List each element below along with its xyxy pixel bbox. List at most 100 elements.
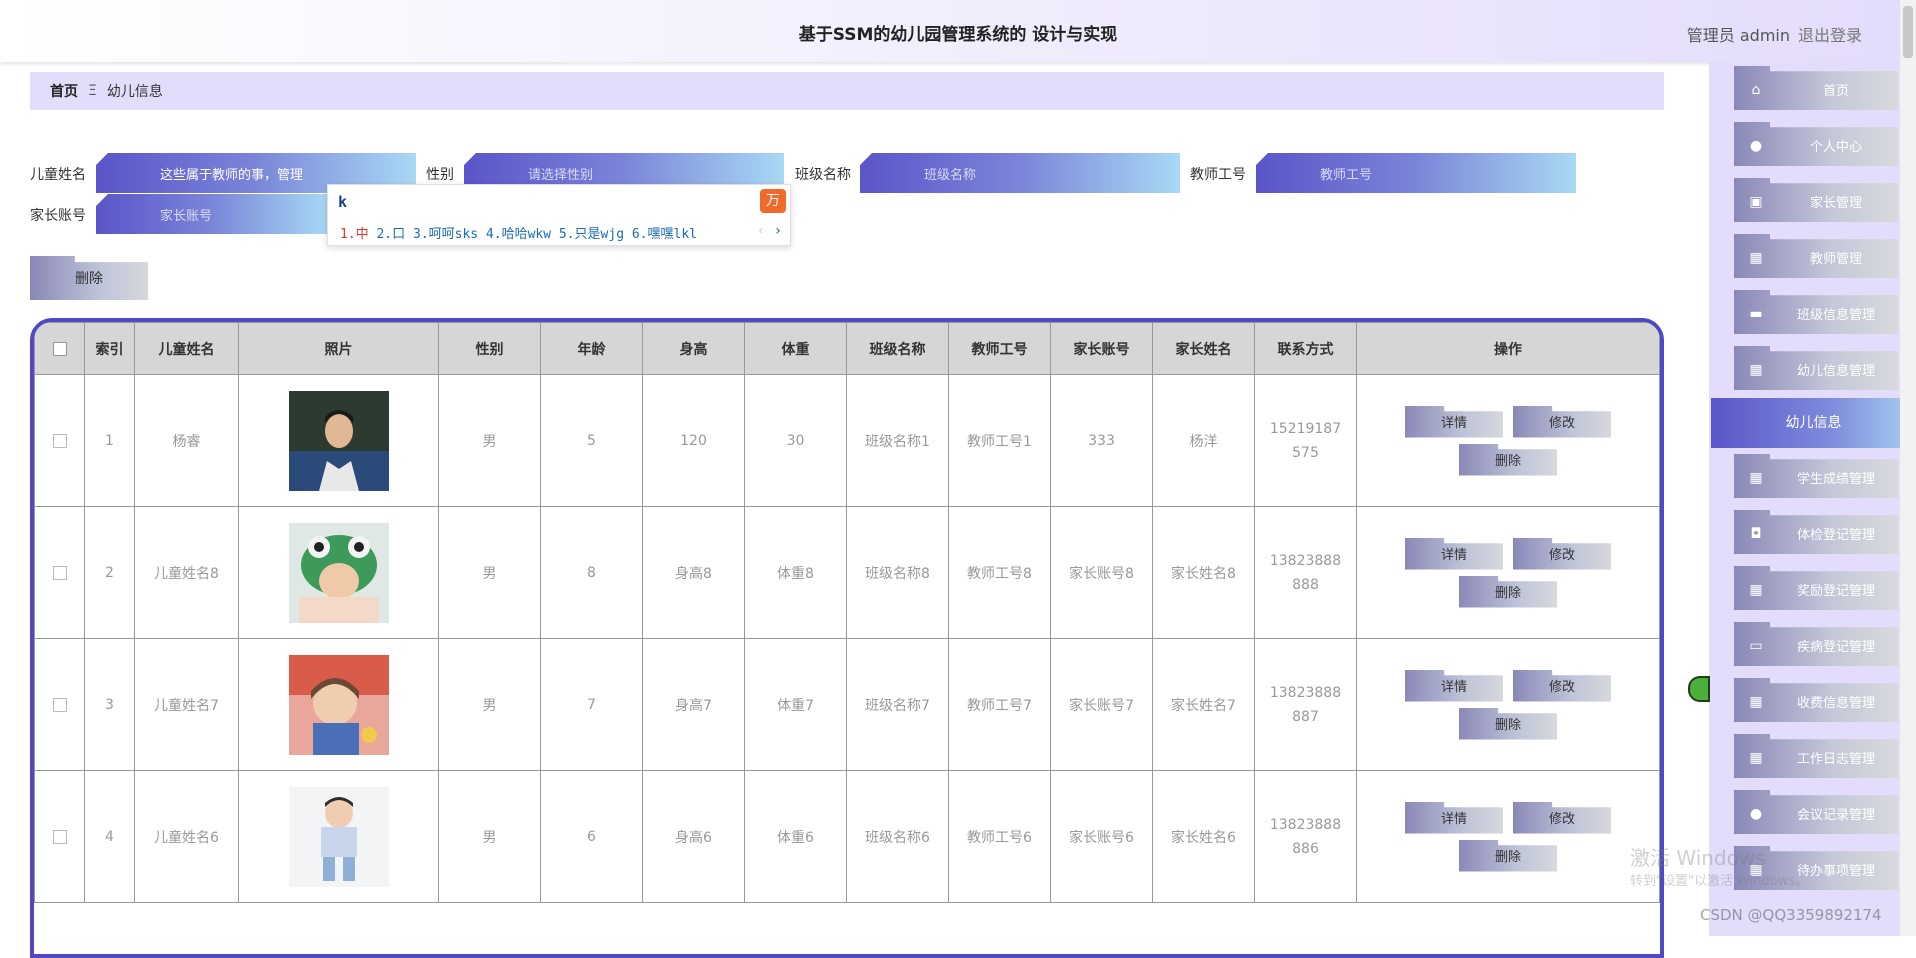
actions-cell: 详情 修改 删除 — [1356, 374, 1660, 507]
chevron-right-icon[interactable]: › — [774, 223, 782, 239]
row-checkbox[interactable] — [52, 565, 67, 580]
select-all-checkbox[interactable] — [52, 341, 67, 356]
sidebar-item-illness-management[interactable]: ▭ 疾病登记管理 — [1734, 622, 1898, 666]
table-row: 4 儿童姓名6 男 6 身高6 体重6 班级名称6 教师工号6 家长账号6 家长… — [34, 770, 1660, 903]
row-select-cell[interactable] — [34, 374, 85, 507]
column-header: 年龄 — [540, 322, 643, 375]
delete-button[interactable]: 删除 — [1459, 839, 1557, 872]
row-checkbox[interactable] — [52, 433, 67, 448]
photo-cell — [238, 374, 439, 507]
photo-cell — [238, 638, 439, 771]
detail-button[interactable]: 详情 — [1405, 537, 1503, 570]
row-select-cell[interactable] — [34, 638, 85, 771]
child-info-table: 索引 儿童姓名 照片 性别 年龄 身高 体重 班级名称 教师工号 家长账号 家长… — [30, 318, 1664, 958]
sidebar-item-fee-management[interactable]: ▦ 收费信息管理 — [1734, 678, 1898, 722]
edit-button[interactable]: 修改 — [1513, 669, 1611, 702]
parent-name-cell: 家长姓名6 — [1152, 770, 1255, 903]
breadcrumb-home[interactable]: 首页 — [50, 81, 78, 101]
monitor-icon: ▭ — [1749, 638, 1763, 654]
height-cell: 120 — [642, 374, 745, 507]
page-scrollbar[interactable] — [1900, 0, 1916, 936]
sidebar-item-child-info[interactable]: 幼儿信息 — [1711, 398, 1916, 448]
phone-text: 13823888886 — [1269, 816, 1342, 857]
child-photo — [288, 390, 389, 491]
sidebar-item-label: 个人中心 — [1809, 140, 1862, 155]
sidebar-item-personal-center[interactable]: ● 个人中心 — [1734, 122, 1898, 166]
ticket-icon: ▬ — [1749, 306, 1763, 322]
sidebar-item-score-management[interactable]: ▦ 学生成绩管理 — [1734, 454, 1898, 498]
weight-cell: 体重6 — [744, 770, 847, 903]
ime-pager[interactable]: ‹ › — [757, 223, 782, 239]
scrollbar-thumb[interactable] — [1903, 6, 1913, 58]
ime-candidate-first[interactable]: 1.中 — [340, 227, 369, 242]
select-all-cell[interactable] — [34, 322, 85, 375]
delete-button[interactable]: 删除 — [1459, 707, 1557, 740]
teacher-id-cell: 教师工号1 — [948, 374, 1051, 507]
gender-cell: 男 — [438, 638, 541, 771]
phone-cell: 13823888888 — [1254, 506, 1357, 639]
sidebar-item-reward-management[interactable]: ▦ 奖励登记管理 — [1734, 566, 1898, 610]
height-cell: 身高7 — [642, 638, 745, 771]
row-select-cell[interactable] — [34, 506, 85, 639]
delete-button[interactable]: 删除 — [1459, 575, 1557, 608]
gender-label: 性别 — [426, 167, 454, 183]
column-header: 索引 — [84, 322, 135, 375]
windows-activation-watermark: 激活 Windows — [1630, 846, 1766, 870]
app-title: 基于SSM的幼儿园管理系统的 设计与实现 — [798, 25, 1118, 45]
child-name-cell: 儿童姓名7 — [134, 638, 239, 771]
sidebar-item-teacher-management[interactable]: ▦ 教师管理 — [1734, 234, 1898, 278]
class-name-input[interactable]: 班级名称 — [860, 153, 1180, 193]
parent-account-cell: 家长账号8 — [1050, 506, 1153, 639]
grid-icon: ▦ — [1749, 470, 1763, 486]
sidebar-item-meeting-management[interactable]: ● 会议记录管理 — [1734, 790, 1898, 834]
sidebar-item-class-management[interactable]: ▬ 班级信息管理 — [1734, 290, 1898, 334]
phone-text: 13823888887 — [1269, 684, 1342, 725]
teacher-id-input[interactable]: 教师工号 — [1256, 153, 1576, 193]
parent-account-input[interactable]: 家长账号 — [96, 194, 328, 234]
column-header: 操作 — [1356, 322, 1660, 375]
sidebar-item-label: 奖励登记管理 — [1796, 584, 1875, 599]
sidebar-item-label: 幼儿信息管理 — [1796, 364, 1875, 379]
actions-cell: 详情 修改 删除 — [1356, 506, 1660, 639]
chevron-left-icon[interactable]: ‹ — [757, 223, 765, 239]
sidebar-item-worklog-management[interactable]: ▦ 工作日志管理 — [1734, 734, 1898, 778]
logout-link[interactable]: 退出登录 — [1798, 22, 1862, 46]
detail-button[interactable]: 详情 — [1405, 801, 1503, 834]
row-select-cell[interactable] — [34, 770, 85, 903]
row-checkbox[interactable] — [52, 697, 67, 712]
ime-candidate-list[interactable]: 1.中 2.口 3.呵呵sks 4.哈哈wkw 5.只是wjg 6.嘿嘿lkl — [340, 223, 697, 242]
edit-button[interactable]: 修改 — [1513, 405, 1611, 438]
teacher-id-label: 教师工号 — [1190, 167, 1246, 183]
age-cell: 5 — [540, 374, 643, 507]
detail-button[interactable]: 详情 — [1405, 405, 1503, 438]
column-header: 性别 — [438, 322, 541, 375]
breadcrumb-separator: Ξ — [88, 83, 97, 99]
gender-cell: 男 — [438, 506, 541, 639]
parent-account-cell: 家长账号6 — [1050, 770, 1153, 903]
csdn-watermark: CSDN @QQ3359892174 — [1700, 906, 1882, 924]
row-checkbox[interactable] — [52, 829, 67, 844]
teacher-id-cell: 教师工号7 — [948, 638, 1051, 771]
sidebar-item-parent-management[interactable]: ▣ 家长管理 — [1734, 178, 1898, 222]
sidebar-item-child-management[interactable]: ▦ 幼儿信息管理 — [1734, 346, 1898, 390]
edit-button[interactable]: 修改 — [1513, 801, 1611, 834]
edit-button[interactable]: 修改 — [1513, 537, 1611, 570]
sidebar-item-checkup-management[interactable]: ◘ 体检登记管理 — [1734, 510, 1898, 554]
gender-cell: 男 — [438, 374, 541, 507]
batch-delete-button[interactable]: 删除 — [30, 256, 148, 300]
child-name-cell: 儿童姓名8 — [134, 506, 239, 639]
height-cell: 身高6 — [642, 770, 745, 903]
sidebar-item-label: 体检登记管理 — [1796, 528, 1875, 543]
delete-button[interactable]: 删除 — [1459, 443, 1557, 476]
grid-icon: ▦ — [1749, 250, 1763, 266]
gender-cell: 男 — [438, 770, 541, 903]
phone-cell: 13823888887 — [1254, 638, 1357, 771]
sidebar-item-home[interactable]: ⌂ 首页 — [1734, 66, 1898, 110]
sidebar-item-label: 班级信息管理 — [1796, 308, 1875, 323]
sidebar-item-label: 工作日志管理 — [1796, 752, 1875, 767]
ime-candidate-rest[interactable]: 2.口 3.呵呵sks 4.哈哈wkw 5.只是wjg 6.嘿嘿lkl — [369, 227, 697, 242]
detail-button[interactable]: 详情 — [1405, 669, 1503, 702]
floating-tab-handle[interactable] — [1688, 676, 1710, 702]
class-cell: 班级名称1 — [846, 374, 949, 507]
column-header: 班级名称 — [846, 322, 949, 375]
